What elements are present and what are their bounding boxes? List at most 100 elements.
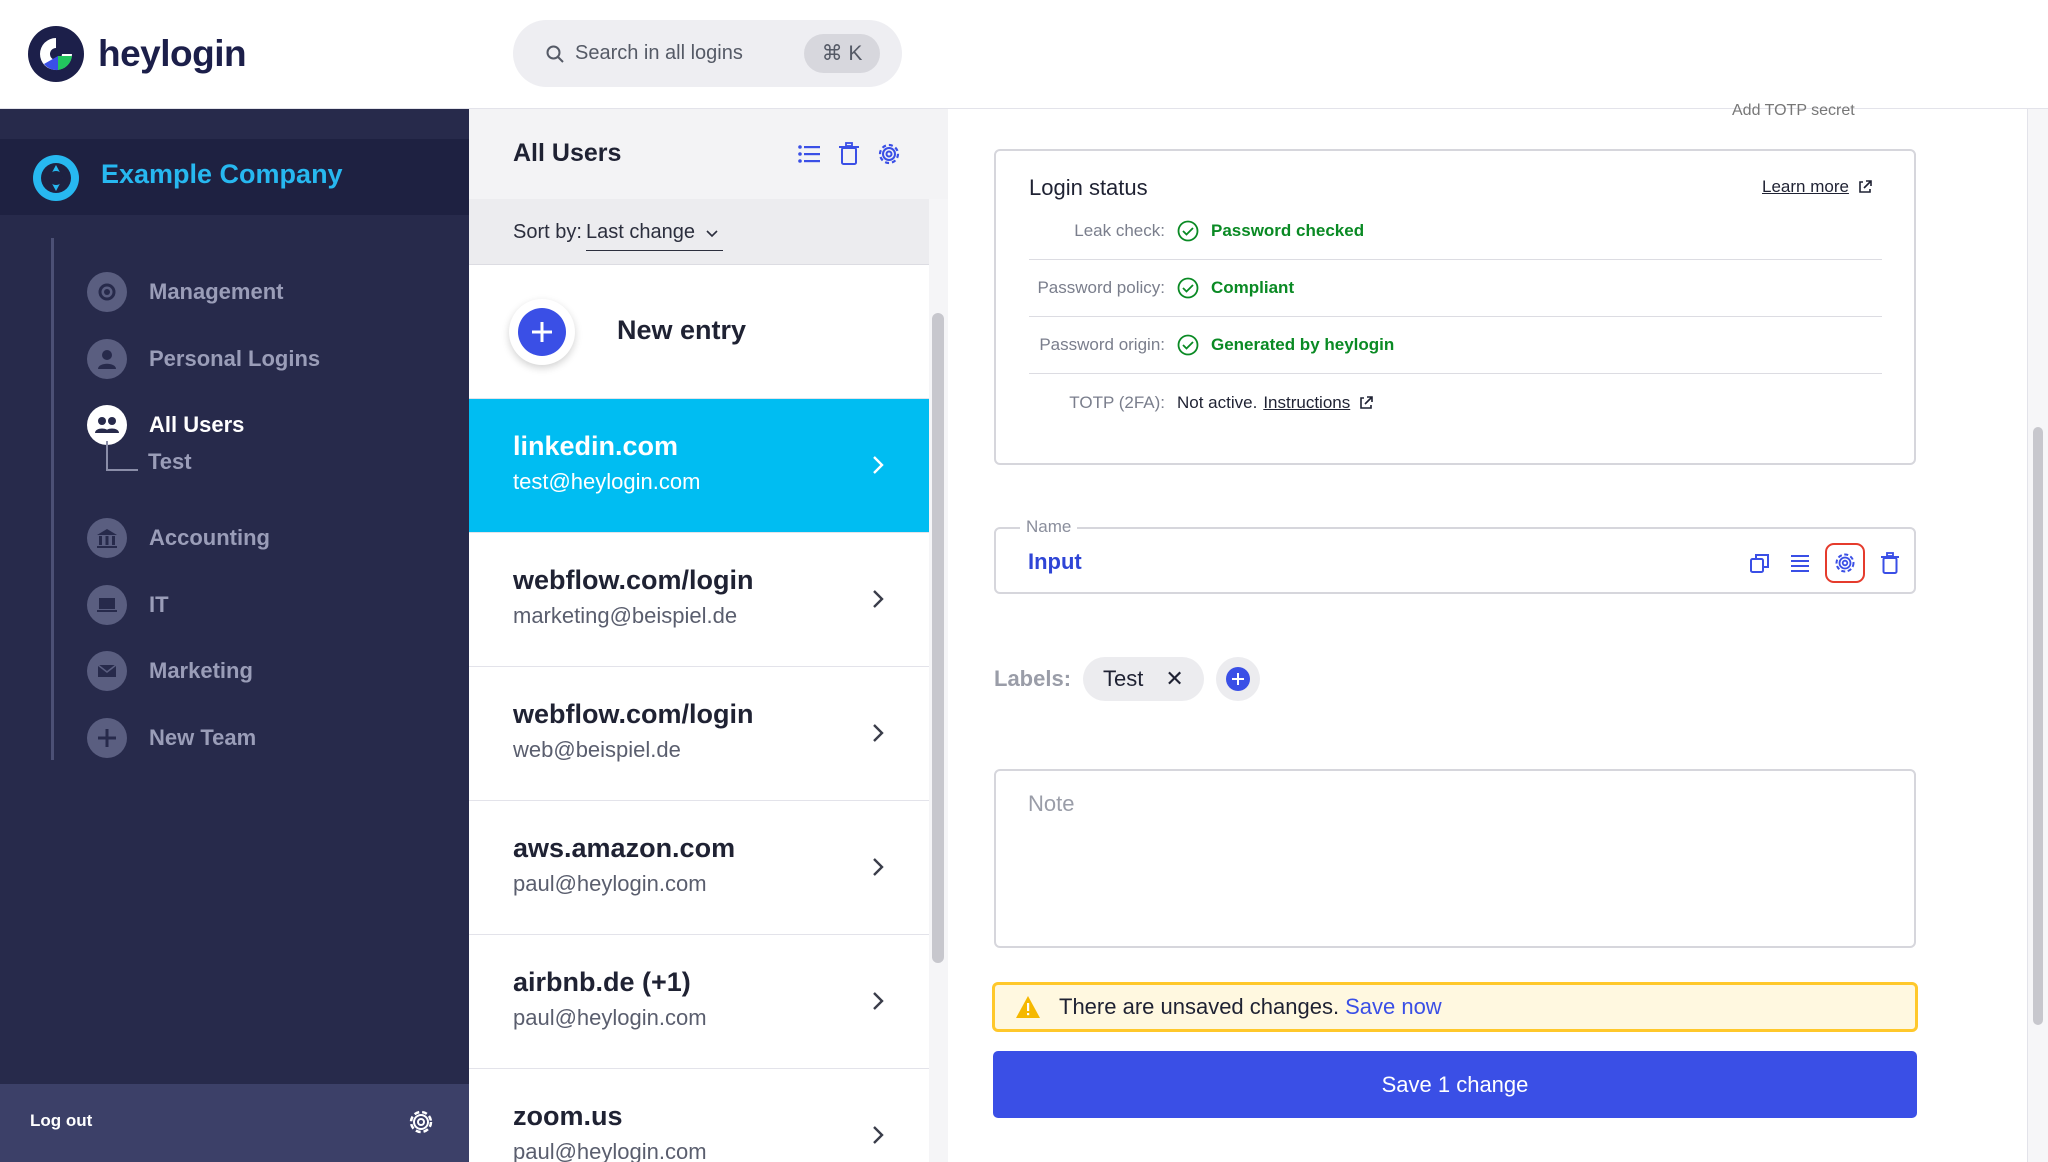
logout-bar: Log out xyxy=(0,1084,469,1162)
chevron-right-icon xyxy=(873,456,884,474)
add-label-button[interactable] xyxy=(1215,657,1260,701)
list-item[interactable]: zoom.us paul@heylogin.com xyxy=(469,1069,929,1162)
sidebar-item-label: IT xyxy=(149,592,169,617)
entry-username: web@beispiel.de xyxy=(513,737,681,762)
sidebar-item-accounting[interactable]: Accounting xyxy=(87,516,270,560)
list-item[interactable]: aws.amazon.com paul@heylogin.com xyxy=(469,801,929,935)
sidebar-item-it[interactable]: IT xyxy=(87,583,169,627)
learn-more-link[interactable]: Learn more xyxy=(1762,177,1873,197)
company-header[interactable]: Example Company xyxy=(0,139,469,215)
sidebar-item-management[interactable]: Management xyxy=(87,270,283,314)
sidebar-item-label: New Team xyxy=(149,725,257,750)
note-field[interactable]: Note xyxy=(994,769,1916,948)
list-item[interactable]: linkedin.com test@heylogin.com xyxy=(469,399,929,533)
name-field-value[interactable]: Input xyxy=(1028,549,1082,575)
new-entry-label: New entry xyxy=(617,315,747,345)
new-entry-circle xyxy=(509,299,575,365)
sort-bar: Sort by: Last change xyxy=(469,199,929,265)
tree-connector xyxy=(106,441,138,471)
list-item[interactable]: webflow.com/login marketing@beispiel.de xyxy=(469,533,929,667)
entry-title: airbnb.de (+1) xyxy=(513,967,691,997)
sidebar-item-label: Accounting xyxy=(149,525,270,550)
list-title: All Users xyxy=(513,139,622,167)
company-name: Example Company xyxy=(101,159,343,189)
check-circle-icon xyxy=(1177,334,1199,356)
list-toolbar xyxy=(796,141,902,167)
envelope-icon xyxy=(87,651,127,691)
check-circle-icon xyxy=(1177,220,1199,242)
entry-username: paul@heylogin.com xyxy=(513,1005,707,1030)
sidebar-item-label: Marketing xyxy=(149,658,253,683)
sidebar-item-personal-logins[interactable]: Personal Logins xyxy=(87,337,320,381)
chevron-down-icon xyxy=(706,230,718,238)
leak-check-row: Leak check: Password checked xyxy=(1029,203,1882,260)
note-placeholder: Note xyxy=(1028,791,1075,816)
entry-username: test@heylogin.com xyxy=(513,469,701,494)
gear-icon xyxy=(87,272,127,312)
entry-detail-panel: Add TOTP secret Login status Learn more … xyxy=(949,103,2048,1162)
bank-icon xyxy=(87,518,127,558)
brand-name: heylogin xyxy=(98,33,247,74)
password-origin-value: Generated by heylogin xyxy=(1211,335,1395,354)
detail-scrollbar-thumb[interactable] xyxy=(2033,427,2043,1025)
password-origin-label: Password origin: xyxy=(1039,335,1165,354)
entry-username: marketing@beispiel.de xyxy=(513,603,738,628)
search-bar[interactable]: Search in all logins ⌘ K xyxy=(513,20,902,87)
sort-label: Sort by: xyxy=(513,221,582,243)
entry-title: aws.amazon.com xyxy=(513,833,736,863)
password-policy-value: Compliant xyxy=(1211,278,1295,297)
add-totp-link[interactable]: Add TOTP secret xyxy=(1732,103,1855,115)
sidebar-item-label: Management xyxy=(149,279,284,304)
logout-button[interactable]: Log out xyxy=(30,1111,92,1131)
sort-value: Last change xyxy=(586,221,695,243)
trash-icon[interactable] xyxy=(836,141,862,167)
unsaved-changes-text: There are unsaved changes. xyxy=(1059,994,1340,1019)
sidebar-item-label: All Users xyxy=(149,412,245,437)
close-icon[interactable]: ✕ xyxy=(1165,666,1183,692)
list-scrollbar-thumb[interactable] xyxy=(932,313,944,963)
laptop-icon xyxy=(87,585,127,625)
gear-icon[interactable] xyxy=(876,141,902,167)
list-item[interactable]: webflow.com/login web@beispiel.de xyxy=(469,667,929,801)
login-status-title: Login status xyxy=(1029,175,1148,200)
password-origin-row: Password origin: Generated by heylogin xyxy=(1029,317,1882,374)
new-entry-button[interactable]: New entry xyxy=(469,265,929,399)
sort-dropdown[interactable]: Last change xyxy=(586,221,723,251)
heylogin-logo[interactable]: heylogin xyxy=(28,26,247,82)
login-status-box: Login status Learn more Leak check: Pass… xyxy=(994,149,1916,465)
list-header: All Users xyxy=(469,109,948,199)
tree-line xyxy=(51,238,54,760)
list-view-icon[interactable] xyxy=(796,141,822,167)
chevron-right-icon xyxy=(873,1126,884,1144)
sidebar-item-new-team[interactable]: New Team xyxy=(87,716,256,760)
copy-icon[interactable] xyxy=(1745,548,1775,578)
settings-gear-icon[interactable] xyxy=(405,1106,437,1138)
sidebar-item-label: Personal Logins xyxy=(149,346,321,371)
labels-label: Labels: xyxy=(994,666,1072,691)
search-placeholder: Search in all logins xyxy=(575,42,743,64)
leak-check-value: Password checked xyxy=(1211,221,1365,240)
totp-row: TOTP (2FA): Not active. Instructions xyxy=(1029,374,1882,431)
warning-icon xyxy=(1016,996,1040,1018)
save-button[interactable]: Save 1 change xyxy=(993,1051,1917,1118)
label-chip-text: Test xyxy=(1103,666,1144,691)
leak-check-label: Leak check: xyxy=(1074,221,1165,240)
top-bar: heylogin Search in all logins ⌘ K xyxy=(0,0,2048,109)
name-field[interactable]: Name Input xyxy=(994,517,1916,594)
label-chip[interactable]: Test ✕ xyxy=(1083,657,1204,701)
sidebar-subitem-test[interactable]: Test xyxy=(148,449,192,475)
external-link-icon xyxy=(1859,180,1872,193)
totp-instructions-link[interactable]: Instructions xyxy=(1263,393,1350,413)
entry-title: webflow.com/login xyxy=(513,565,754,595)
search-icon xyxy=(546,45,564,63)
entry-title: webflow.com/login xyxy=(513,699,754,729)
trash-icon[interactable] xyxy=(1875,548,1905,578)
entry-title: linkedin.com xyxy=(513,431,679,461)
chevron-right-icon xyxy=(873,724,884,742)
sidebar-item-marketing[interactable]: Marketing xyxy=(87,649,253,693)
text-lines-icon[interactable] xyxy=(1785,548,1815,578)
list-item[interactable]: airbnb.de (+1) paul@heylogin.com xyxy=(469,935,929,1069)
field-settings-gear-icon[interactable] xyxy=(1825,543,1865,583)
save-now-link[interactable]: Save now xyxy=(1345,994,1442,1020)
chevron-right-icon xyxy=(873,858,884,876)
